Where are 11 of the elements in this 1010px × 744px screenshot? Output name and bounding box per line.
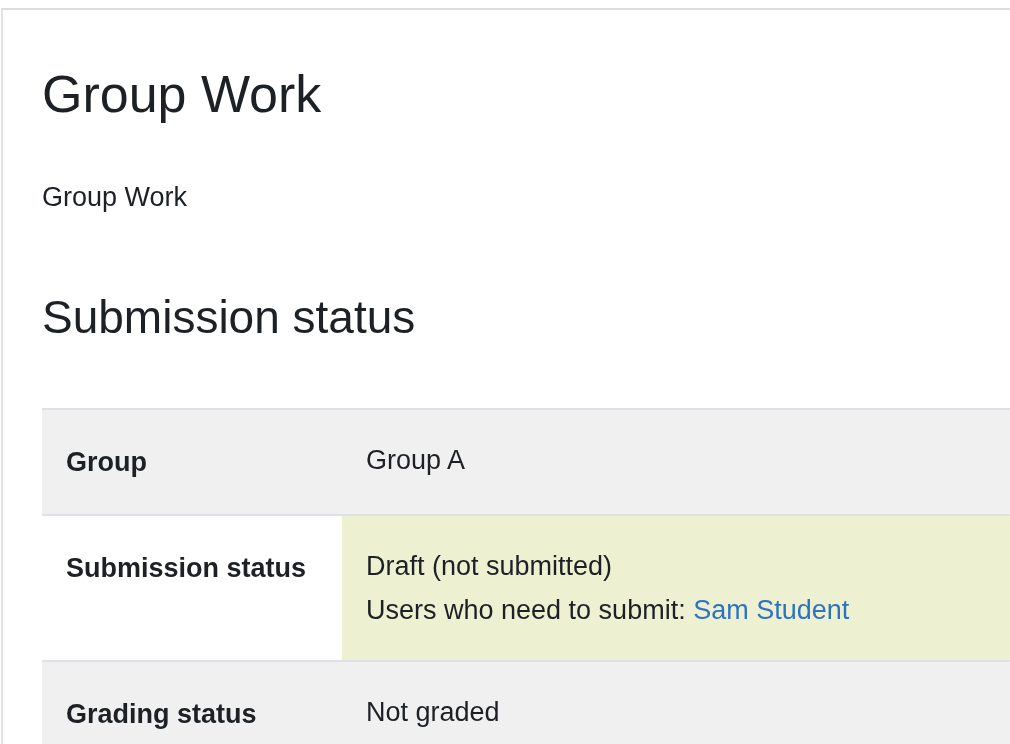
user-link[interactable]: Sam Student — [693, 595, 850, 625]
page-title: Group Work — [42, 64, 323, 124]
row-header: Grading status — [65, 698, 258, 731]
row-header: Submission status — [65, 552, 308, 585]
row-header: Group — [65, 446, 148, 479]
cell-text: Group A — [366, 444, 467, 477]
cell-text: Draft (not submitted) — [366, 550, 614, 583]
section-heading: Submission status — [42, 290, 417, 344]
intro-text: Group Work — [42, 181, 189, 214]
cell-text: Users who need to submit: Sam Student — [366, 594, 851, 627]
cell-text: Not graded — [366, 696, 501, 729]
